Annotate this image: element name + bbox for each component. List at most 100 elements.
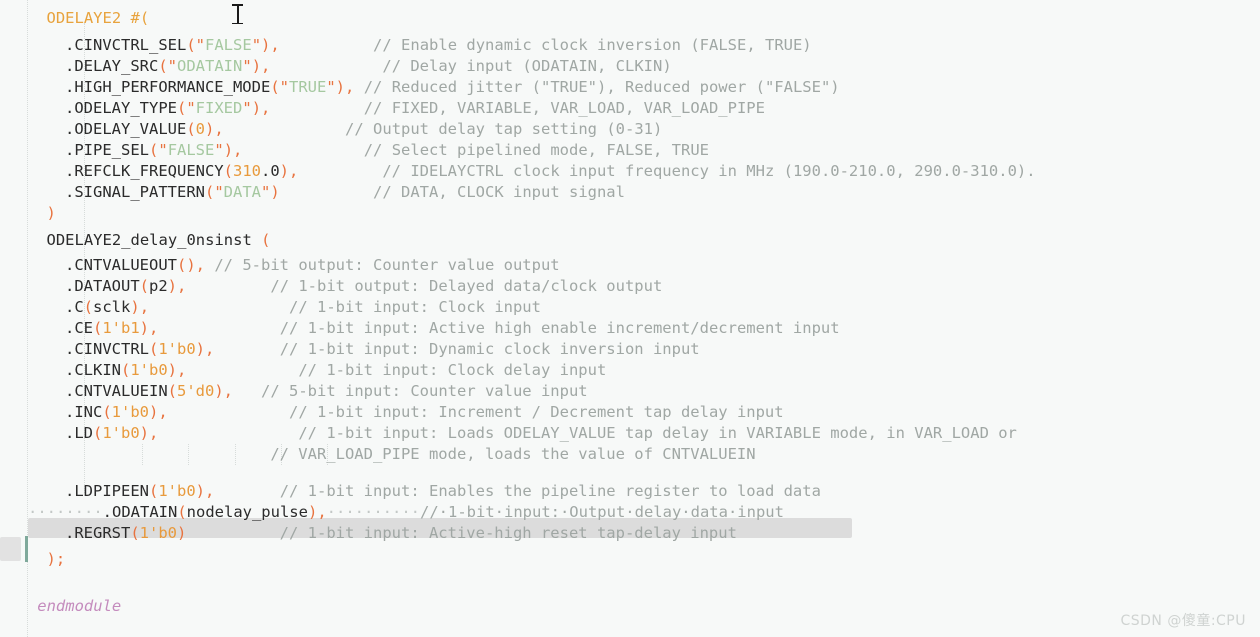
code-token: // 1-bit input: Enables the pipeline reg… [279,482,821,500]
code-line[interactable]: .DELAY_SRC("ODATAIN"), // Delay input (O… [65,56,672,77]
code-line[interactable]: .DATAOUT(p2), // 1-bit output: Delayed d… [65,276,662,297]
code-token: // 1-bit input: Clock delay input [298,361,607,379]
code-token: " [214,141,224,159]
code-line[interactable]: ODELAYE2 #( [47,8,150,29]
code-token: 1'b0 [139,524,177,542]
code-token: .DATAOUT [65,277,140,295]
code-line[interactable]: .LDPIPEEN(1'b0), // 1-bit input: Enables… [65,481,821,502]
code-line[interactable]: .CE(1'b1), // 1-bit input: Active high e… [65,318,840,339]
code-line[interactable]: ODELAYE2_delay_0nsinst ( [47,230,271,251]
code-line[interactable]: .REGRST(1'b0) // 1-bit input: Active-hig… [65,523,737,544]
code-line[interactable]: .SIGNAL_PATTERN("DATA") // DATA, CLOCK i… [65,182,625,203]
code-token: 1'b0 [158,482,196,500]
code-token: , [214,120,224,138]
code-token: sclk [93,298,131,316]
code-token: , [233,141,243,159]
code-token: // VAR_LOAD_PIPE mode, loads the value o… [270,445,756,463]
code-line[interactable]: .C(sclk), // 1-bit input: Clock input [65,297,541,318]
code-token: , [158,403,168,421]
code-token: // 1-bit input: Dynamic clock inversion … [279,340,700,358]
code-token: 310 [232,162,261,180]
code-line[interactable]: .ODELAY_VALUE(0), // Output delay tap se… [65,119,662,140]
code-token: p2 [149,277,168,295]
code-token: .CLKIN [65,361,121,379]
code-line[interactable]: endmodule [37,596,121,617]
code-token: ( [167,382,177,400]
code-token: " [186,99,196,117]
code-token: // FIXED, VARIABLE, VAR_LOAD, VAR_LOAD_P… [363,99,765,117]
code-line[interactable]: .CNTVALUEOUT(), // 5-bit output: Counter… [65,255,560,276]
code-token: , [223,382,234,400]
code-line[interactable]: // VAR_LOAD_PIPE mode, loads the value o… [65,444,756,465]
code-line[interactable]: .REFCLK_FREQUENCY(310.0), // IDELAYCTRL … [65,161,1036,182]
code-token: " [242,99,252,117]
code-token: ( [121,361,131,379]
code-token: , [205,482,215,500]
code-token: ( [177,503,187,521]
code-token: ( [223,162,233,180]
code-token: " [251,36,262,54]
code-token: , [205,340,215,358]
code-token: ( [176,99,187,117]
code-line[interactable]: .LD(1'b0), // 1-bit input: Loads ODELAY_… [65,423,1017,444]
code-token: // 1-bit output: Delayed data/clock outp… [270,277,663,295]
code-token: // Reduced jitter ("TRUE"), Reduced powe… [363,78,840,96]
code-line[interactable]: .CNTVALUEIN(5'd0), // 5-bit input: Count… [65,381,588,402]
code-token: // Delay input (ODATAIN, CLKIN) [382,57,672,75]
code-token: ) [167,277,178,295]
code-token: " [214,183,224,201]
code-token: .CNTVALUEIN [65,382,168,400]
code-token: .CINVCTRL [65,340,149,358]
code-token: FIXED [195,99,243,117]
code-token: ) [177,524,187,542]
code-token: ········ [28,503,103,521]
code-line[interactable]: .CINVCTRL(1'b0), // 1-bit input: Dynamic… [65,339,700,360]
code-line[interactable]: .HIGH_PERFORMANCE_MODE("TRUE"), // Reduc… [65,77,840,98]
code-token: endmodule [37,597,122,615]
code-line[interactable]: .CLKIN(1'b0), // 1-bit input: Clock dela… [65,360,606,381]
code-line[interactable]: ); [47,549,66,570]
code-token: ODELAYE2_delay_0nsinst [46,231,252,249]
code-token: , [149,319,159,337]
code-token: // 1-bit input: Active-high reset tap-de… [279,524,737,542]
code-token: .ODATAIN [102,503,178,521]
code-token: FALSE [167,141,215,159]
code-token: ( [93,424,103,442]
code-token: .C [65,298,84,316]
code-text-layer[interactable]: ODELAYE2 #( .CINVCTRL_SEL("FALSE"), // En… [0,0,1260,637]
code-token: ) [130,298,140,316]
code-line[interactable]: .INC(1'b0), // 1-bit input: Increment / … [65,402,784,423]
code-token: , [177,277,187,295]
code-token: ) [139,319,150,337]
code-token: // 5-bit input: Counter value input [261,382,588,400]
code-token: ) [223,141,234,159]
code-token: ) [307,503,318,521]
code-line[interactable]: .CINVCTRL_SEL("FALSE"), // Enable dynami… [65,35,812,56]
code-line[interactable]: ) [47,203,56,224]
code-token: 0 [195,120,206,138]
code-line[interactable]: ········.ODATAIN(nodelay_pulse),········… [28,502,784,523]
code-token: .0 [260,162,280,180]
code-token: ( [130,524,140,542]
code-token: // 5-bit output: Counter value output [214,256,560,274]
code-token: // 1-bit input: Clock input [289,298,541,316]
code-token: ) [270,183,280,201]
code-token: ( [139,277,149,295]
code-line[interactable]: .ODELAY_TYPE("FIXED"), // FIXED, VARIABL… [65,98,765,119]
code-line[interactable]: .PIPE_SEL("FALSE"), // Select pipelined … [65,140,709,161]
code-token: " [242,57,252,75]
code-editor[interactable]: ODELAYE2 #( .CINVCTRL_SEL("FALSE"), // En… [0,0,1260,637]
code-token: //·1-bit·input:·Output·delay·data·input [420,503,784,521]
code-token: ) [46,204,56,222]
code-token: FALSE [205,36,252,54]
